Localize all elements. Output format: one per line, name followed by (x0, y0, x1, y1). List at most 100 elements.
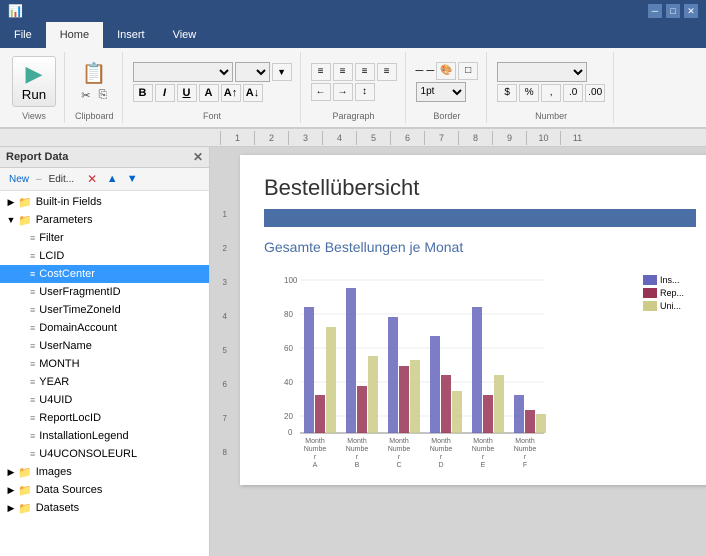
indent-inc-button[interactable]: → (333, 83, 353, 101)
tree-item-usertimezoneid[interactable]: ≡UserTimeZoneId (0, 301, 209, 319)
legend-label-3: Uni... (660, 301, 681, 311)
tree-item-u4uid[interactable]: ≡U4UID (0, 391, 209, 409)
tree-item-u4consoleurl[interactable]: ≡U4UCONSOLEURL (0, 445, 209, 463)
tree-item-lcid[interactable]: ≡LCID (0, 247, 209, 265)
line-spacing-button[interactable]: ↕ (355, 83, 375, 101)
tree-item-costcenter[interactable]: ≡CostCenter (0, 265, 209, 283)
font-color-button[interactable]: A (199, 84, 219, 102)
tree-item-datasources[interactable]: ▶📁Data Sources (0, 481, 209, 499)
move-down-button[interactable]: ▼ (123, 170, 141, 188)
run-button[interactable]: ▶ Run (12, 56, 56, 107)
tab-insert[interactable]: Insert (103, 22, 159, 48)
tree-item-parameters[interactable]: ▼📁Parameters (0, 211, 209, 229)
close-button[interactable]: ✕ (684, 4, 698, 18)
tree-item-built-in-fields[interactable]: ▶📁Built-in Fields (0, 193, 209, 211)
dec-inc-button[interactable]: .0 (563, 84, 583, 102)
font-family-select[interactable] (133, 62, 233, 82)
border-style-button[interactable]: □ (458, 62, 478, 80)
expand-font-button[interactable]: ▼ (272, 63, 292, 81)
svg-text:20: 20 (284, 412, 293, 421)
bold-button[interactable]: B (133, 84, 153, 102)
underline-button[interactable]: U (177, 84, 197, 102)
legend-color-3 (643, 301, 657, 311)
italic-button[interactable]: I (155, 84, 175, 102)
currency-button[interactable]: $ (497, 84, 517, 102)
tree-item-username[interactable]: ≡UserName (0, 337, 209, 355)
border-controls: ─ ─ 🎨 □ 1pt (416, 62, 479, 102)
border-color-button[interactable]: 🎨 (436, 62, 456, 80)
align-left-button[interactable]: ≡ (311, 63, 331, 81)
align-justify-button[interactable]: ≡ (377, 63, 397, 81)
font-shrink-button[interactable]: A↓ (243, 84, 263, 102)
tree-icon: ≡ (30, 449, 35, 459)
align-right-button[interactable]: ≡ (355, 63, 375, 81)
chart-container: 100 80 60 40 20 0 (264, 265, 684, 465)
tab-view[interactable]: View (159, 22, 211, 48)
run-icon: ▶ (26, 61, 43, 87)
tree-icon: ≡ (30, 287, 35, 297)
svg-text:0: 0 (288, 428, 293, 437)
svg-text:B: B (355, 462, 360, 469)
number-format-select[interactable] (497, 62, 587, 82)
window-controls: ─ □ ✕ (648, 4, 698, 18)
font-size-select[interactable] (235, 62, 270, 82)
font-row-2: B I U A A↑ A↓ (133, 84, 292, 102)
svg-text:Numbe: Numbe (514, 446, 537, 453)
paste-area: 📋 ✂ ⎘ (78, 61, 110, 103)
tree-item-installationlegend[interactable]: ≡InstallationLegend (0, 427, 209, 445)
tree-icon: 📁 (18, 214, 32, 227)
new-button[interactable]: New (4, 173, 34, 186)
legend-item-3: Uni... (643, 301, 684, 311)
ruler-mark: 6 (390, 131, 424, 145)
tree-icon: ≡ (30, 269, 35, 279)
tree-item-year[interactable]: ≡YEAR (0, 373, 209, 391)
tree-expander (16, 375, 30, 389)
legend-color-2 (643, 288, 657, 298)
tree-expander (16, 447, 30, 461)
copy-button[interactable]: ⎘ (95, 88, 110, 103)
tab-home[interactable]: Home (46, 22, 103, 48)
comma-button[interactable]: , (541, 84, 561, 102)
tree-expander: ▶ (4, 465, 18, 479)
cut-button[interactable]: ✂ (78, 88, 93, 103)
dec-dec-button[interactable]: .00 (585, 84, 605, 102)
ruler: 1234567891011 (0, 129, 706, 147)
percent-button[interactable]: % (519, 84, 539, 102)
panel-close-button[interactable]: ✕ (193, 150, 203, 164)
tab-file[interactable]: File (0, 22, 46, 48)
tree-expander: ▼ (4, 213, 18, 227)
move-up-button[interactable]: ▲ (103, 170, 121, 188)
tree-item-userfragmentid[interactable]: ≡UserFragmentID (0, 283, 209, 301)
report-content: Bestellübersicht Gesamte Bestellungen je… (232, 147, 706, 556)
tree-label: LCID (39, 250, 205, 262)
align-center-button[interactable]: ≡ (333, 63, 353, 81)
tree-item-month[interactable]: ≡MONTH (0, 355, 209, 373)
minimize-button[interactable]: ─ (648, 4, 662, 18)
font-controls: ▼ B I U A A↑ A↓ (133, 62, 292, 102)
indent-dec-button[interactable]: ← (311, 83, 331, 101)
tree-item-reportlocid[interactable]: ≡ReportLocID (0, 409, 209, 427)
content-area: 12345678 Bestellübersicht Gesamte Bestel… (210, 147, 706, 556)
tree-item-domainaccount[interactable]: ≡DomainAccount (0, 319, 209, 337)
tree-expander (16, 231, 30, 245)
ruler-mark: 5 (356, 131, 390, 145)
border-width-select[interactable]: 1pt (416, 82, 466, 102)
tree-item-filter[interactable]: ≡Filter (0, 229, 209, 247)
tree-item-datasets[interactable]: ▶📁Datasets (0, 499, 209, 517)
clipboard-sub: ✂ ⎘ (78, 88, 110, 103)
delete-button[interactable]: ✕ (83, 170, 101, 188)
main-layout: Report Data ✕ New – Edit... ✕ ▲ ▼ ▶📁Buil… (0, 147, 706, 556)
maximize-button[interactable]: □ (666, 4, 680, 18)
svg-text:Month: Month (431, 438, 451, 445)
number-row: $ % , .0 .00 (497, 84, 605, 102)
tree-item-images[interactable]: ▶📁Images (0, 463, 209, 481)
tree-icon: 📁 (18, 484, 32, 497)
font-grow-button[interactable]: A↑ (221, 84, 241, 102)
tree-expander (16, 321, 30, 335)
edit-button[interactable]: Edit... (44, 173, 80, 186)
ruler-mark: 4 (322, 131, 356, 145)
svg-text:D: D (438, 462, 443, 469)
side-number: 6 (210, 367, 230, 401)
ribbon-group-border: ─ ─ 🎨 □ 1pt Border (408, 52, 488, 123)
ruler-mark: 2 (254, 131, 288, 145)
